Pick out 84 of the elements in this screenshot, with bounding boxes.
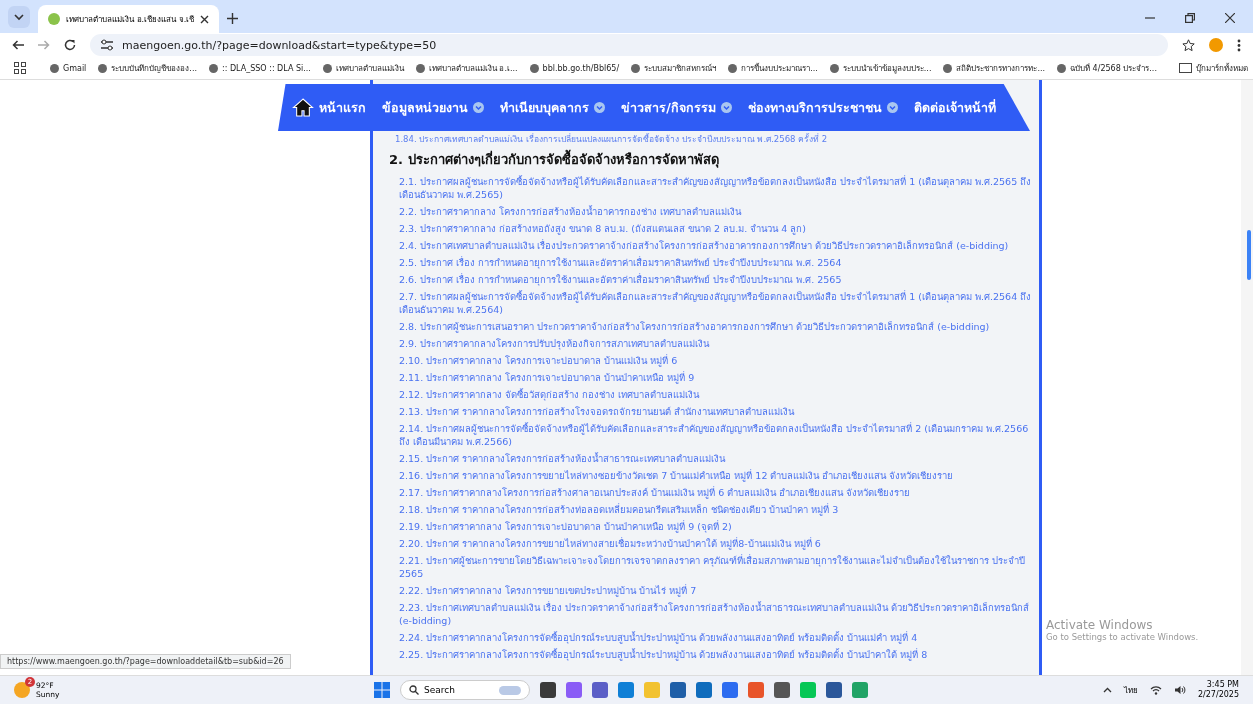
document-link[interactable]: 2.12. ประกาศราคากลาง จัดซื้อวัสดุก่อสร้าง กองช่าง เทศบาลตำบลแม่เงิน: [373, 386, 1039, 403]
document-link[interactable]: 2.20. ประกาศ ราคากลางโครงการขยายไหล่ทางสายเชื่อมระหว่างบ้านป่าคาใต้ หมู่ที่8-บ้านแม่เงิน หมู่ที่ 6: [373, 535, 1039, 552]
bookmark-item[interactable]: bbl.bb.go.th/Bbl65/: [529, 63, 620, 73]
document-link[interactable]: 2.2. ประกาศราคากลาง โครงการก่อสร้างห้องน้ำอาคารกองช่าง เทศบาลตำบลแม่เงิน: [373, 203, 1039, 220]
document-link[interactable]: 2.13. ประกาศ ราคากลางโครงการก่อสร้างโรงจอดรถจักรยานยนต์ สำนักงานเทศบาลตำบลแม่เงิน: [373, 403, 1039, 420]
menu-icon[interactable]: [1237, 38, 1241, 52]
document-link[interactable]: 2.15. ประกาศ ราคากลางโครงการก่อสร้างห้องน้ำสาธารณะเทศบาลตำบลแม่เงิน: [373, 450, 1039, 467]
site-settings-icon: [100, 39, 114, 51]
reload-icon[interactable]: [64, 39, 76, 51]
bookmark-item[interactable]: สถิติประชากรทางการทะ...: [943, 61, 1046, 75]
chevron-down-icon[interactable]: [8, 6, 30, 28]
document-link[interactable]: 2.11. ประกาศราคากลาง โครงการเจาะบ่อบาดาล บ้านป่าคาเหนือ หมู่ที่ 9: [373, 369, 1039, 386]
chevron-up-icon[interactable]: [1102, 687, 1112, 693]
document-link[interactable]: 2.1. ประกาศผลผู้ชนะการจัดซื้อจัดจ้างหรือผู้ได้รับคัดเลือกและสาระสำคัญของสัญญาหรือข้อตกลงเป็นหนังสือ ประจำไตรมาสที่ 1 (เดือนตุลาคม พ.ศ.2565 ถึง เดือนธันวาคม พ.ศ.2565): [373, 173, 1039, 203]
document-link[interactable]: 2.19. ประกาศราคากลาง โครงการเจาะบ่อบาดาล บ้านป่าคาเหนือ หมู่ที่ 9 (จุดที่ 2): [373, 518, 1039, 535]
bookmark-item[interactable]: ฉบับที่ 4/2568 ประจำร...: [1057, 61, 1157, 75]
document-link[interactable]: 2.8. ประกาศผู้ชนะการเสนอราคา ประกวดราคาจ้างก่อสร้างโครงการก่อสร้างอาคารกองการศึกษา ด้วยวิธีประกวดราคาอิเล็กทรอนิกส์ (e-bidding): [373, 318, 1039, 335]
search-icon: [409, 685, 419, 695]
bookmark-item[interactable]: ระบบนำเข้าข้อมูลงบประ...: [829, 61, 932, 75]
profile-avatar[interactable]: [1209, 38, 1223, 52]
link-status-bar: https://www.maengoen.go.th/?page=downloaddetail&tb=sub&id=26: [0, 654, 291, 669]
bookmark-item[interactable]: Gmail: [50, 63, 87, 73]
document-link[interactable]: 2.22. ประกาศราคากลาง โครงการขยายเขตประปาหมู่บ้าน บ้านไร่ หมู่ที่ 7: [373, 582, 1039, 599]
wifi-icon[interactable]: [1149, 685, 1162, 695]
taskbar-app-icon[interactable]: [696, 682, 712, 698]
address-bar[interactable]: maengoen.go.th/?page=download&start=type&type=50: [90, 34, 1168, 56]
taskbar-app-icon[interactable]: [774, 682, 790, 698]
document-link[interactable]: 2.25. ประกาศราคากลางโครงการจัดซื้ออุปกรณ์ระบบสูบน้ำประปาหมู่บ้าน ด้วยพลังงานแสงอาทิตย์ พร้อมติดตั้ง บ้านป่าคาใต้ หมู่ที่ 8: [373, 646, 1039, 663]
taskbar-app-icon[interactable]: [852, 682, 868, 698]
bookmark-item[interactable]: ระบบสมาชิกสหกรณ์ฯ: [631, 61, 717, 75]
taskbar-app-icon[interactable]: [670, 682, 686, 698]
bookmark-item[interactable]: เทศบาลตำบลแม่เงิน: [322, 61, 404, 75]
section-title: 2. ประกาศต่างๆเกี่ยวกับการจัดซื้อจัดจ้างหรือการจัดหาพัสดุ: [389, 149, 1039, 170]
home-icon: [292, 98, 315, 117]
nav-menu-item[interactable]: ข้อมูลหน่วยงาน: [382, 97, 485, 118]
document-link[interactable]: 2.5. ประกาศ เรื่อง การกำหนดอายุการใช้งานและอัตราค่าเสื่อมราคาสินทรัพย์ ประจำปีงบประมาณ พ.ศ. 2564: [373, 254, 1039, 271]
bookmark-item[interactable]: ระบบบันทึกบัญชีขององ...: [98, 61, 197, 75]
document-link[interactable]: 2.24. ประกาศราคากลางโครงการจัดซื้ออุปกรณ์ระบบสูบน้ำประปาหมู่บ้าน ด้วยพลังงานแสงอาทิตย์ พร้อมติดตั้ง บ้านแม่คำ หมู่ที่ 4: [373, 629, 1039, 646]
browser-tab[interactable]: เทศบาลตำบลแม่เงิน อ.เชียงแสน จ.เชี: [38, 5, 220, 33]
nav-menu-item[interactable]: ช่องทางบริการประชาชน: [747, 97, 898, 118]
document-link[interactable]: 2.14. ประกาศผลผู้ชนะการจัดซื้อจัดจ้างหรือผู้ได้รับคัดเลือกและสาระสำคัญของสัญญาหรือข้อตกลงเป็นหนังสือ ประจำไตรมาสที่ 2 (เดือนมกราคม พ.ศ.2566 ถึง เดือนมีนาคม พ.ศ.2566): [373, 420, 1039, 450]
site-favicon-icon: [48, 13, 60, 25]
document-link[interactable]: 2.23. ประกาศเทศบาลตำบลแม่เงิน เรื่อง ประกวดราคาจ้างก่อสร้างโครงการก่อสร้างห้องน้ำสาธารณะเทศบาลตำบลแม่เงิน ด้วยวิธีประกวดราคาอิเล็กทรอนิกส์ (e-bidding): [373, 599, 1039, 629]
taskbar-app-icon[interactable]: [826, 682, 842, 698]
taskbar-app-icon[interactable]: [592, 682, 608, 698]
bookmark-item[interactable]: :: DLA_SSO :: DLA Si...: [209, 63, 311, 73]
taskbar-app-icon[interactable]: [540, 682, 556, 698]
taskbar-app-icon[interactable]: [748, 682, 764, 698]
language-indicator[interactable]: ไทย: [1123, 683, 1138, 697]
taskbar-app-icon[interactable]: [618, 682, 634, 698]
nav-menu-item[interactable]: ติดต่อเจ้าหน้าที่: [913, 97, 996, 118]
document-link[interactable]: 2.6. ประกาศ เรื่อง การกำหนดอายุการใช้งานและอัตราค่าเสื่อมราคาสินทรัพย์ ประจำปีงบประมาณ พ.ศ. 2565: [373, 271, 1039, 288]
document-link[interactable]: 2.10. ประกาศราคากลาง โครงการเจาะบ่อบาดาล บ้านแม่เงิน หมู่ที่ 6: [373, 352, 1039, 369]
nav-menu-item[interactable]: ข่าวสาร/กิจกรรม: [621, 97, 732, 118]
taskbar-app-icon[interactable]: [566, 682, 582, 698]
document-link[interactable]: 2.17. ประกาศราคากลางโครงการก่อสร้างศาลาอเนกประสงค์ บ้านแม่เงิน หมู่ที่ 6 ตำบลแม่เงิน อำเภอเชียงแสน จังหวัดเชียงราย: [373, 484, 1039, 501]
document-link[interactable]: 2.3. ประกาศราคากลาง ก่อสร้างหอถังสูง ขนาด 8 ลบ.ม. (ถังสแตนเลส ขนาด 2 ลบ.ม. จำนวน 4 ลูก): [373, 220, 1039, 237]
document-link[interactable]: 2.16. ประกาศ ราคากลางโครงการขยายไหล่ทางซอยข้างวัดเชต 7 บ้านแม่คำเหนือ หมู่ที่ 12 ตำบลแม่เงิน อำเภอเชียงแสน จังหวัดเชียงราย: [373, 467, 1039, 484]
clock[interactable]: 3:45 PM 2/27/2025: [1197, 680, 1239, 700]
restore-icon[interactable]: [1185, 13, 1195, 23]
close-icon[interactable]: [200, 14, 210, 24]
back-arrow-icon[interactable]: [12, 40, 24, 50]
document-link[interactable]: 2.21. ประกาศผู้ชนะการขายโดยวิธีเฉพาะเจาะจงโดยการเจรจาตกลงราคา ครุภัณฑ์ที่เสื่อมสภาพตามอายุการใช้งานและไม่จำเป็นต้องใช้ในราชการ ประจำปี 2565: [373, 552, 1039, 582]
forward-arrow-icon[interactable]: [38, 40, 50, 50]
document-link[interactable]: 2.18. ประกาศ ราคากลางโครงการก่อสร้างท่อลอดเหลี่ยมคอนกรีตเสริมเหล็ก ชนิดช่องเดียว บ้านป่าคา หมู่ที่ 3: [373, 501, 1039, 518]
document-link[interactable]: 2.4. ประกาศเทศบาลตำบลแม่เงิน เรื่องประกวดราคาจ้างก่อสร้างโครงการก่อสร้างอาคารกองการศึกษา ด้วยวิธีประกวดราคาอิเล็กทรอนิกส์ (e-bidding): [373, 237, 1039, 254]
nav-menu-item[interactable]: ทำเนียบบุคลากร: [500, 97, 606, 118]
close-icon[interactable]: [1225, 13, 1235, 23]
watermark-subtitle: Go to Settings to activate Windows.: [1046, 632, 1199, 642]
apps-grid-icon[interactable]: [14, 62, 26, 74]
bookmark-item[interactable]: เทศบาลตำบลแม่เงิน อ.เ...: [415, 61, 518, 75]
plus-icon[interactable]: [227, 13, 239, 24]
document-link[interactable]: 1.84. ประกาศเทศบาลตำบลแม่เงิน เรื่องการเปลี่ยนแปลงแผนการจัดซื้อจัดจ้าง ประจำปีงบประมาณ พ.ศ.2568 ครั้งที่ 2: [373, 132, 1039, 146]
document-link[interactable]: 2.7. ประกาศผลผู้ชนะการจัดซื้อจัดจ้างหรือผู้ได้รับคัดเลือกและสาระสำคัญของสัญญาหรือข้อตกลงเป็นหนังสือ ประจำไตรมาสที่ 1 (เดือนตุลาคม พ.ศ.2564 ถึง เดือนธันวาคม พ.ศ.2564): [373, 288, 1039, 318]
bookmark-star-icon[interactable]: [1182, 38, 1195, 52]
document-link[interactable]: 2.9. ประกาศราคากลางโครงการปรับปรุงห้องกิจการสภาเทศบาลตำบลแม่เงิน: [373, 335, 1039, 352]
nav-menu-item[interactable]: หน้าแรก: [292, 97, 367, 118]
speaker-icon[interactable]: [1173, 685, 1186, 695]
all-bookmarks-button[interactable]: บุ๊กมาร์กทั้งหมด: [1168, 61, 1248, 75]
watermark-title: Activate Windows: [1046, 618, 1154, 632]
taskbar-app-icon[interactable]: [722, 682, 738, 698]
search-field[interactable]: Search: [400, 680, 530, 700]
bookmark-item[interactable]: การขึ้นงบประมาณรา...: [728, 61, 818, 75]
start-button[interactable]: [374, 682, 390, 698]
